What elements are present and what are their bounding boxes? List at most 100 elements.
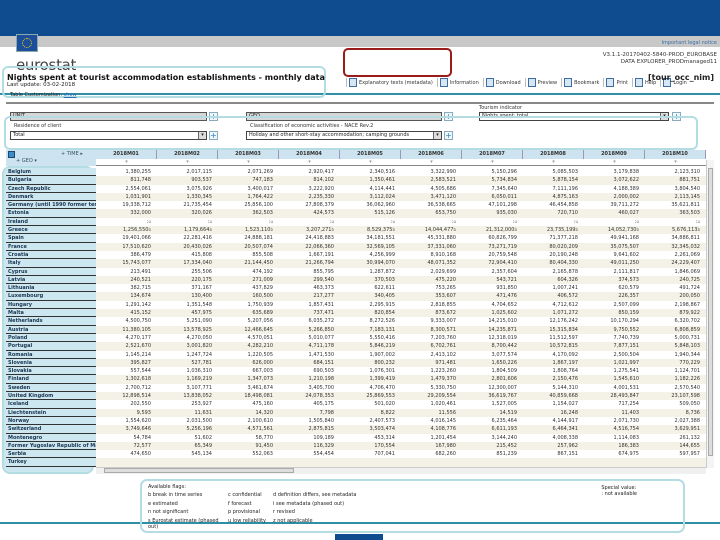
row-label[interactable]: Turkey	[6, 458, 96, 467]
customization-show-link[interactable]: show	[64, 92, 77, 98]
sort-icon[interactable]: ▾	[218, 159, 279, 165]
table-cell: 51,602	[157, 434, 218, 442]
row-label[interactable]: Luxembourg	[6, 292, 96, 301]
row-label[interactable]: Spain	[6, 234, 96, 243]
row-label[interactable]: Czech Republic	[6, 184, 96, 193]
sort-icon[interactable]: ▾	[96, 159, 157, 165]
row-label[interactable]: United Kingdom	[6, 392, 96, 401]
row-label[interactable]: Estonia	[6, 209, 96, 218]
row-label[interactable]: Finland	[6, 375, 96, 384]
toolbar-button-print[interactable]: Print	[603, 78, 628, 87]
row-label[interactable]: Belgium	[6, 168, 96, 177]
sort-icon[interactable]: ▾	[523, 159, 584, 165]
legend-flag: b break in time series	[148, 492, 203, 498]
column-header[interactable]: 2018M03	[218, 150, 279, 159]
column-header[interactable]: 2018M09	[584, 150, 645, 159]
row-label[interactable]: Slovakia	[6, 367, 96, 376]
row-label[interactable]: Italy	[6, 259, 96, 268]
flags-legend: Available flags: b break in time series c…	[140, 479, 685, 533]
toolbar-button-information[interactable]: Information	[436, 78, 479, 87]
row-label[interactable]: Netherlands	[6, 317, 96, 326]
row-label[interactable]: Switzerland	[6, 425, 96, 434]
column-header[interactable]: 2018M08	[523, 150, 584, 159]
horizontal-scrollbar[interactable]	[96, 467, 706, 474]
table-cell: 58,770	[218, 434, 279, 442]
cell-value: 1,287,872	[369, 268, 395, 275]
column-header[interactable]: 2018M06	[401, 150, 462, 159]
table-cell: 21,144,450	[218, 259, 279, 267]
row-label[interactable]: Hungary	[6, 300, 96, 310]
row-label[interactable]: Germany (until 1990 former territory of …	[6, 201, 96, 210]
geo-axis-label[interactable]: + GEO ▾	[16, 158, 37, 164]
sort-icon[interactable]: ▾	[157, 159, 218, 165]
column-header[interactable]: 2018M10	[645, 150, 706, 159]
row-label[interactable]: Former Yugoslav Republic of Macedonia, t…	[6, 441, 96, 451]
cell-value: 34,886,811	[671, 235, 700, 242]
row-label[interactable]: Montenegro	[6, 433, 96, 442]
cell-value: 873,672	[435, 310, 456, 317]
cell-value: 1,750,939	[247, 301, 273, 308]
table-cell: 202,550	[96, 400, 157, 408]
table-cell: 7,203,760	[401, 334, 462, 342]
row-label[interactable]: Austria	[6, 325, 96, 334]
cell-value: 1,808,764	[552, 368, 578, 375]
legal-notice-link[interactable]: Important legal notice	[662, 40, 717, 46]
column-header[interactable]: 2018M01	[96, 150, 157, 159]
row-label[interactable]: Cyprus	[6, 267, 96, 276]
row-label[interactable]: Serbia	[6, 450, 96, 459]
row-label[interactable]: Bulgaria	[6, 176, 96, 185]
table-cell: 2,407,573	[340, 417, 401, 425]
dataset-code: [tour_occ_nim]	[647, 73, 714, 82]
row-cells	[96, 458, 706, 467]
row-label[interactable]: France	[6, 242, 96, 251]
column-header[interactable]: 2018M04	[279, 150, 340, 159]
time-axis-label[interactable]: + TIME ▸	[61, 151, 83, 157]
cell-value: 14,235,871	[488, 326, 517, 333]
row-label[interactable]: Greece	[6, 226, 96, 235]
row-label[interactable]: Norway	[6, 416, 96, 426]
row-label[interactable]: Croatia	[6, 250, 96, 260]
toolbar-button-download[interactable]: Download	[482, 78, 521, 87]
vertical-scrollbar[interactable]	[706, 160, 714, 468]
cell-value: 1,076,301	[369, 368, 395, 375]
row-label[interactable]: Latvia	[6, 275, 96, 285]
row-label[interactable]: Denmark	[6, 192, 96, 202]
cell-value: 2,017,115	[186, 169, 212, 175]
cell-value: 8,700,442	[491, 343, 517, 350]
sort-icon[interactable]: ▾	[462, 159, 523, 165]
table-cell: 186,383	[584, 442, 645, 450]
row-label[interactable]: Slovenia	[6, 358, 96, 368]
row-label[interactable]: Ireland	[6, 217, 96, 227]
toolbar-button-bookmark[interactable]: Bookmark	[561, 78, 599, 87]
cell-value: 2,071,269	[247, 169, 273, 175]
cell-value: 10,170,294	[610, 318, 639, 325]
cell-flag: u	[636, 218, 639, 224]
row-label[interactable]: Portugal	[6, 342, 96, 351]
row-label[interactable]: Iceland	[6, 400, 96, 409]
cell-value: 491,724	[679, 285, 700, 292]
sort-icon[interactable]: ▾	[401, 159, 462, 165]
sort-icon[interactable]: ▾	[645, 159, 706, 165]
row-label[interactable]: Sweden	[6, 383, 96, 393]
swap-axes-icon[interactable]	[8, 151, 15, 158]
row-label[interactable]: Lithuania	[6, 284, 96, 293]
sort-icon[interactable]: ▾	[584, 159, 645, 165]
row-label[interactable]: Poland	[6, 333, 96, 343]
row-label[interactable]: Liechtenstein	[6, 408, 96, 417]
table-cell: 1,114,083	[584, 434, 645, 442]
sort-icon[interactable]: ▾	[340, 159, 401, 165]
sort-icon[interactable]: ▾	[279, 159, 340, 165]
cell-value: 4,144,917	[552, 417, 578, 424]
table-cell: 2,500,504	[584, 351, 645, 359]
toolbar-button-preview[interactable]: Preview	[524, 78, 557, 87]
table-cell: 6,808,859	[645, 326, 706, 334]
toolbar-button-explanatory[interactable]: Explanatory texts (metadata)	[346, 78, 433, 87]
row-label[interactable]: Malta	[6, 309, 96, 318]
column-header[interactable]: 2018M07	[462, 150, 523, 159]
table-row: Germany (until 1990 former territory of …	[6, 201, 706, 210]
table-cell: 13,578,925	[157, 326, 218, 334]
geo-label: GEO	[21, 158, 33, 164]
row-label[interactable]: Romania	[6, 350, 96, 359]
column-header[interactable]: 2018M02	[157, 150, 218, 159]
column-header[interactable]: 2018M05	[340, 150, 401, 159]
